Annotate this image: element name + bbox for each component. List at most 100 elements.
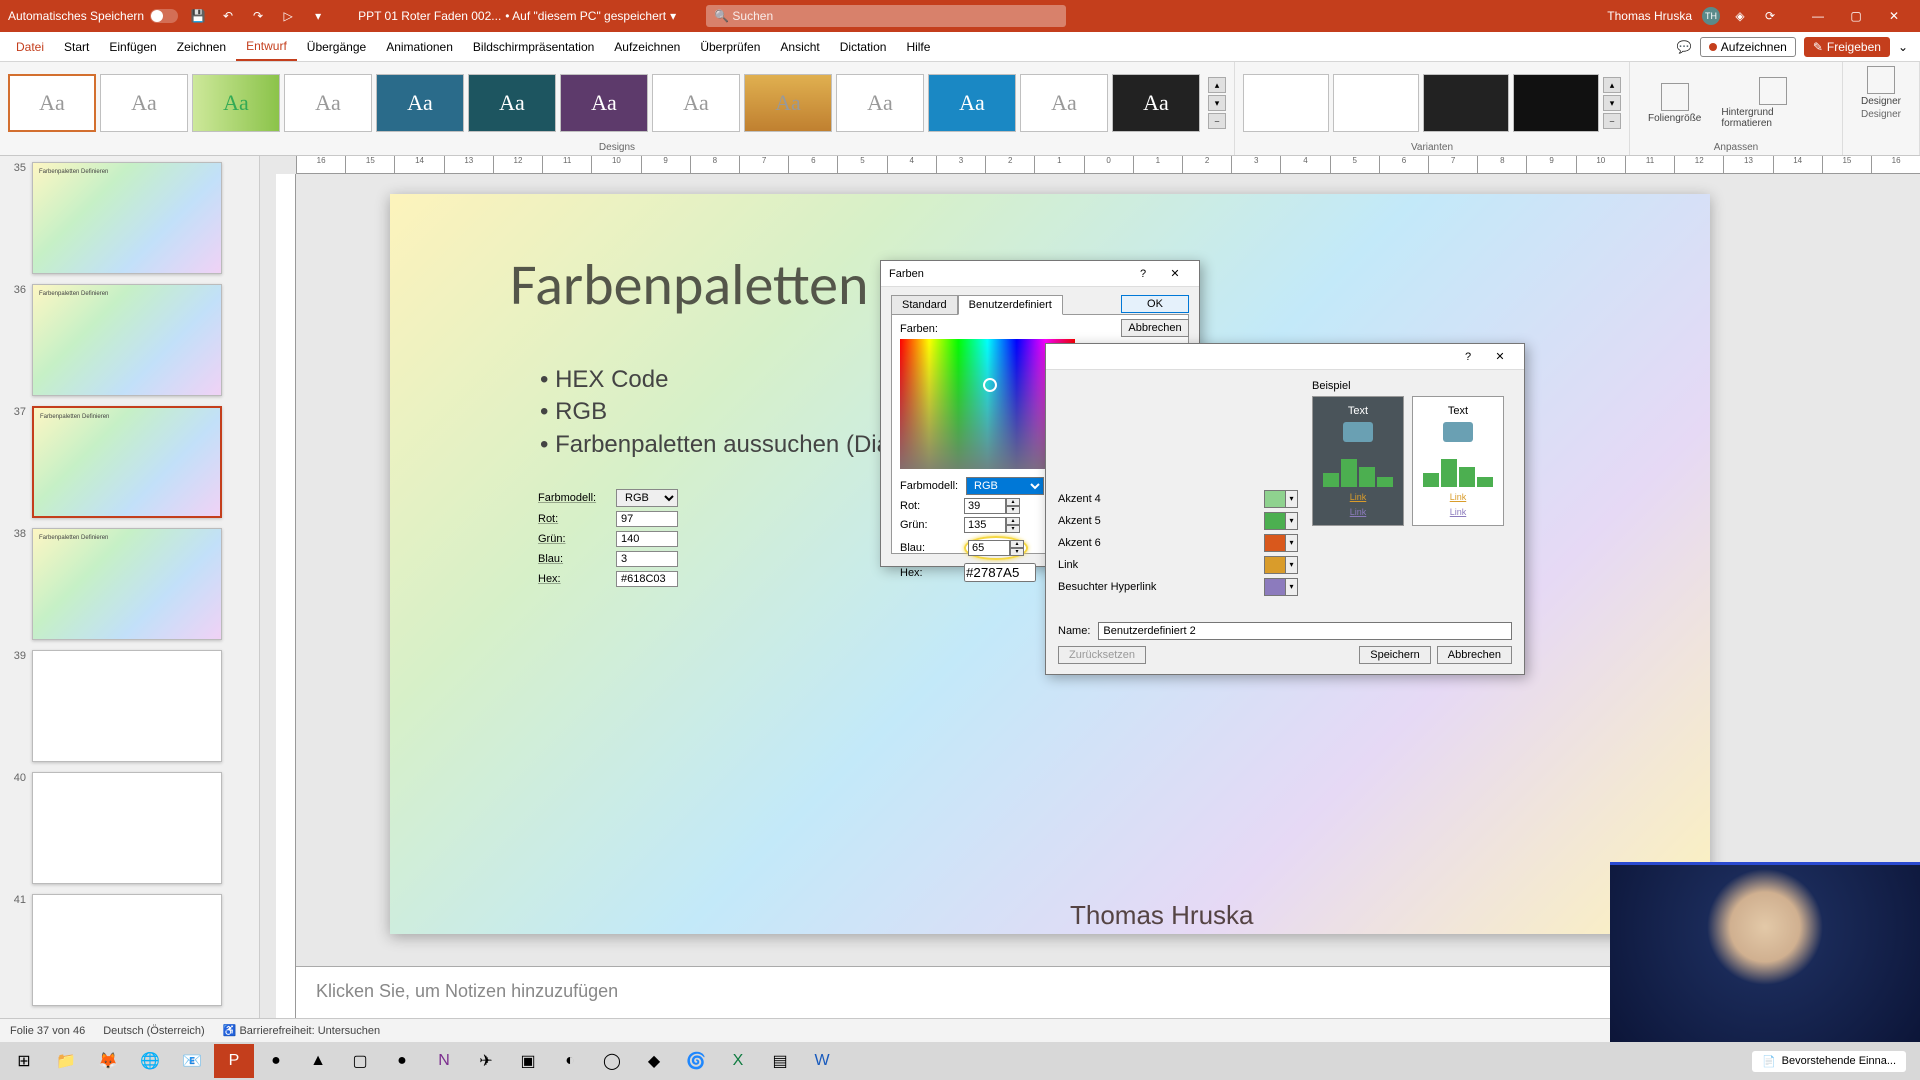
tab-slideshow[interactable]: Bildschirmpräsentation xyxy=(463,32,604,61)
close-icon[interactable]: ✕ xyxy=(1876,4,1912,28)
app-icon[interactable]: ▢ xyxy=(340,1044,380,1078)
maximize-icon[interactable]: ▢ xyxy=(1838,4,1874,28)
color-picker-link[interactable]: ▾ xyxy=(1264,556,1298,574)
telegram-icon[interactable]: ✈ xyxy=(466,1044,506,1078)
theme-thumb[interactable]: Aa xyxy=(560,74,648,132)
theme-thumb[interactable]: Aa xyxy=(284,74,372,132)
slide-thumb-40[interactable] xyxy=(32,772,222,884)
tab-start[interactable]: Start xyxy=(54,32,99,61)
save-button[interactable]: Speichern xyxy=(1359,646,1431,664)
app-icon[interactable]: ◆ xyxy=(634,1044,674,1078)
theme-thumb[interactable]: Aa xyxy=(376,74,464,132)
record-button[interactable]: Aufzeichnen xyxy=(1700,37,1796,57)
variants-scroll-down[interactable]: ▾ xyxy=(1603,95,1621,111)
app-icon[interactable]: ▤ xyxy=(760,1044,800,1078)
sync-icon[interactable]: ⟳ xyxy=(1760,6,1780,26)
slide-panel[interactable]: 35Farbenpaletten Definieren 36Farbenpale… xyxy=(0,156,260,1018)
themes-scroll-up[interactable]: ▴ xyxy=(1208,77,1226,93)
slide-title[interactable]: Farbenpaletten xyxy=(510,249,869,320)
spin-down-icon[interactable]: ▾ xyxy=(1006,525,1020,533)
tab-insert[interactable]: Einfügen xyxy=(99,32,166,61)
slide-thumb-38[interactable]: Farbenpaletten Definieren xyxy=(32,528,222,640)
color-model-select[interactable]: RGB xyxy=(966,477,1044,495)
themes-scroll-down[interactable]: ▾ xyxy=(1208,95,1226,111)
app-icon[interactable]: ● xyxy=(256,1044,296,1078)
save-icon[interactable]: 💾 xyxy=(188,6,208,26)
spin-up-icon[interactable]: ▴ xyxy=(1006,498,1020,506)
tab-view[interactable]: Ansicht xyxy=(770,32,829,61)
notification-pill[interactable]: 📄 Bevorstehende Einna... xyxy=(1752,1051,1906,1072)
file-name[interactable]: PPT 01 Roter Faden 002... • Auf "diesem … xyxy=(358,9,676,23)
tab-draw[interactable]: Zeichnen xyxy=(167,32,236,61)
language-indicator[interactable]: Deutsch (Österreich) xyxy=(103,1025,204,1037)
slide-thumb-37[interactable]: Farbenpaletten Definieren xyxy=(32,406,222,518)
chrome-icon[interactable]: 🌐 xyxy=(130,1044,170,1078)
tab-review[interactable]: Überprüfen xyxy=(690,32,770,61)
slide-thumb-39[interactable] xyxy=(32,650,222,762)
help-icon[interactable]: ? xyxy=(1452,351,1484,363)
search-input[interactable]: 🔍 Suchen xyxy=(706,5,1066,27)
color-picker-a5[interactable]: ▾ xyxy=(1264,512,1298,530)
undo-icon[interactable]: ↶ xyxy=(218,6,238,26)
comments-icon[interactable]: 💬 xyxy=(1677,40,1692,54)
rot-input[interactable] xyxy=(964,498,1006,514)
spin-up-icon[interactable]: ▴ xyxy=(1006,517,1020,525)
theme-thumb[interactable]: Aa xyxy=(1112,74,1200,132)
word-icon[interactable]: W xyxy=(802,1044,842,1078)
variants-more[interactable]: ⎯ xyxy=(1603,113,1621,129)
tab-custom[interactable]: Benutzerdefiniert xyxy=(958,295,1063,315)
theme-thumb[interactable]: Aa xyxy=(928,74,1016,132)
tab-design[interactable]: Entwurf xyxy=(236,32,297,61)
help-icon[interactable]: ? xyxy=(1127,268,1159,280)
blau-input[interactable] xyxy=(968,540,1010,556)
theme-thumb[interactable]: Aa xyxy=(744,74,832,132)
tab-standard[interactable]: Standard xyxy=(891,295,958,315)
color-picker-a6[interactable]: ▾ xyxy=(1264,534,1298,552)
minimize-icon[interactable]: — xyxy=(1800,4,1836,28)
tab-dictation[interactable]: Dictation xyxy=(830,32,897,61)
theme-thumb[interactable]: Aa xyxy=(836,74,924,132)
edge-icon[interactable]: 🌀 xyxy=(676,1044,716,1078)
ribbon-collapse-icon[interactable]: ⌄ xyxy=(1898,40,1908,54)
slide-body-text[interactable]: HEX Code RGB Farbenpaletten aussuchen (D… xyxy=(540,364,911,461)
variant-thumb[interactable] xyxy=(1513,74,1599,132)
theme-dialog-titlebar[interactable]: ? ✕ xyxy=(1046,344,1524,370)
slide-thumb-41[interactable] xyxy=(32,894,222,1006)
from-beginning-icon[interactable]: ▷ xyxy=(278,6,298,26)
app-icon[interactable]: ● xyxy=(382,1044,422,1078)
share-button[interactable]: ✎ Freigeben xyxy=(1804,37,1890,57)
color-crosshair[interactable] xyxy=(983,378,997,392)
tab-help[interactable]: Hilfe xyxy=(896,32,940,61)
user-name[interactable]: Thomas Hruska xyxy=(1607,9,1692,23)
vlc-icon[interactable]: ▲ xyxy=(298,1044,338,1078)
theme-name-input[interactable] xyxy=(1098,622,1512,640)
app-icon[interactable]: ◯ xyxy=(592,1044,632,1078)
close-icon[interactable]: ✕ xyxy=(1484,350,1516,363)
variant-thumb[interactable] xyxy=(1333,74,1419,132)
ok-button[interactable]: OK xyxy=(1121,295,1189,313)
quickaccess-dropdown-icon[interactable]: ▾ xyxy=(308,6,328,26)
tab-file[interactable]: Datei xyxy=(6,32,54,61)
hex-input[interactable] xyxy=(964,563,1036,582)
close-icon[interactable]: ✕ xyxy=(1159,267,1191,280)
themes-more[interactable]: ⎯ xyxy=(1208,113,1226,129)
redo-icon[interactable]: ↷ xyxy=(248,6,268,26)
slide-size-button[interactable]: Foliengröße xyxy=(1638,66,1711,140)
firefox-icon[interactable]: 🦊 xyxy=(88,1044,128,1078)
gruen-input[interactable] xyxy=(964,517,1006,533)
tab-transitions[interactable]: Übergänge xyxy=(297,32,376,61)
cancel-button[interactable]: Abbrechen xyxy=(1121,319,1189,337)
cancel-button[interactable]: Abbrechen xyxy=(1437,646,1512,664)
excel-icon[interactable]: X xyxy=(718,1044,758,1078)
onenote-icon[interactable]: N xyxy=(424,1044,464,1078)
app-icon[interactable]: ◐ xyxy=(550,1044,590,1078)
tab-record[interactable]: Aufzeichnen xyxy=(604,32,690,61)
slide-counter[interactable]: Folie 37 von 46 xyxy=(10,1025,85,1037)
theme-thumb[interactable]: Aa xyxy=(652,74,740,132)
tab-animations[interactable]: Animationen xyxy=(376,32,463,61)
accessibility-check[interactable]: ♿ Barrierefreiheit: Untersuchen xyxy=(223,1024,380,1037)
theme-thumb[interactable]: Aa xyxy=(1020,74,1108,132)
colors-dialog-titlebar[interactable]: Farben ? ✕ xyxy=(881,261,1199,287)
spin-down-icon[interactable]: ▾ xyxy=(1010,548,1024,556)
slide-thumb-35[interactable]: Farbenpaletten Definieren xyxy=(32,162,222,274)
